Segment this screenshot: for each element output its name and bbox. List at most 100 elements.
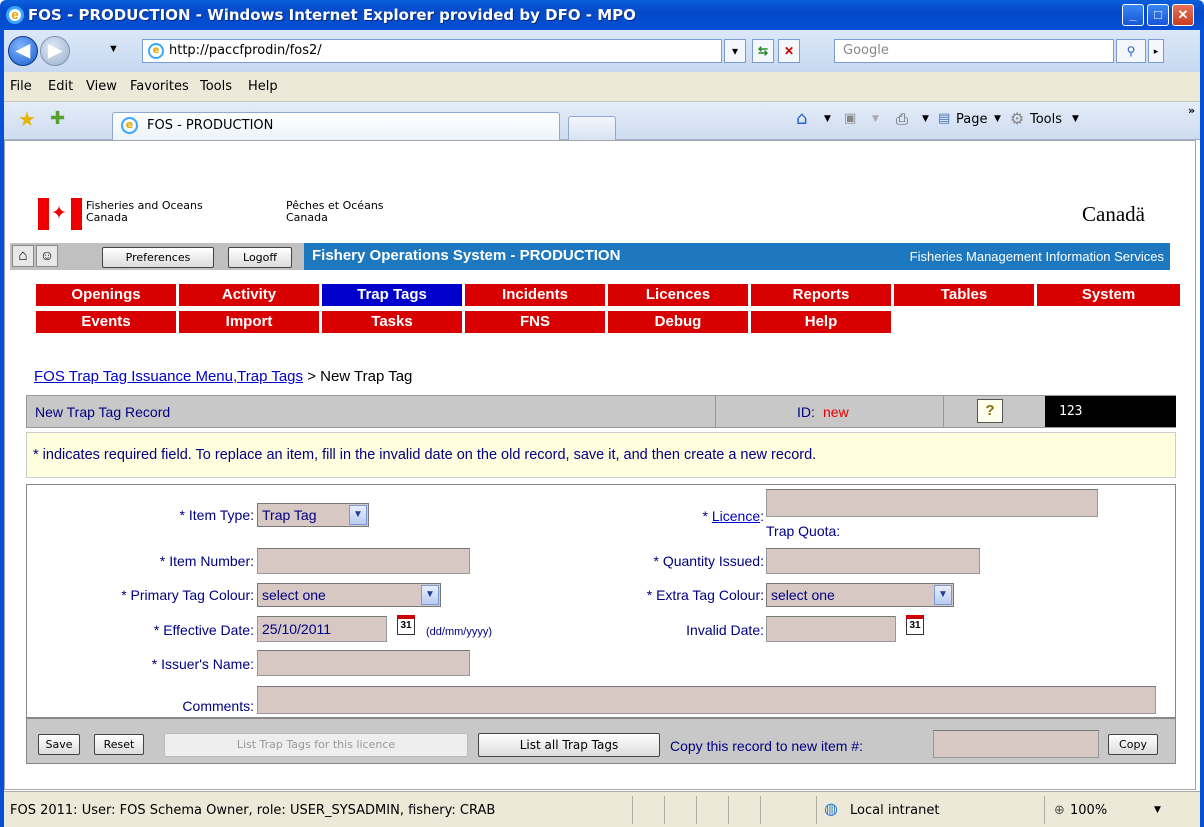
close-button[interactable]: ✕ xyxy=(1172,4,1194,26)
nav-tasks[interactable]: Tasks xyxy=(322,311,465,333)
nav-events[interactable]: Events xyxy=(36,311,179,333)
copy-button[interactable]: Copy xyxy=(1108,734,1158,755)
item-type-select[interactable]: Trap Tag ▼ xyxy=(257,503,369,527)
tools-gear-icon[interactable]: ⚙ xyxy=(1010,109,1024,128)
record-id-label: ID: xyxy=(797,404,815,420)
home-page-icon[interactable]: ⌂ xyxy=(12,245,34,267)
page-menu-label[interactable]: Page xyxy=(956,112,987,127)
minimize-button[interactable]: _ xyxy=(1122,4,1144,26)
address-dropdown-button[interactable]: ▾ xyxy=(724,39,746,63)
refresh-button[interactable]: ⇆ xyxy=(752,39,774,63)
nav-reports[interactable]: Reports xyxy=(751,284,894,306)
chevron-down-icon: ▼ xyxy=(421,585,439,605)
nav-fns[interactable]: FNS xyxy=(465,311,608,333)
history-dropdown-icon[interactable]: ▼ xyxy=(108,43,119,55)
tools-menu-label[interactable]: Tools xyxy=(1030,112,1062,127)
search-icon[interactable]: ⚲ xyxy=(1116,39,1146,63)
calendar-icon[interactable]: 31 xyxy=(397,615,415,635)
primary-colour-label: * Primary Tag Colour: xyxy=(121,587,254,603)
extra-colour-select[interactable]: select one ▼ xyxy=(766,583,954,607)
maximize-button[interactable]: □ xyxy=(1147,4,1169,26)
nav-help[interactable]: Help xyxy=(751,311,894,333)
item-number-input[interactable] xyxy=(257,548,470,574)
reset-button[interactable]: Reset xyxy=(94,734,144,755)
nav-licences[interactable]: Licences xyxy=(608,284,751,306)
feeds-icon[interactable]: ▣ xyxy=(844,111,856,126)
canada-flag-icon: ✦ xyxy=(38,198,82,230)
new-tab-button[interactable] xyxy=(568,116,616,140)
record-header: New Trap Tag Record ID: new ? 123 xyxy=(26,395,1176,428)
zoom-dropdown-icon[interactable]: ▼ xyxy=(1154,805,1161,815)
invalid-date-label: Invalid Date: xyxy=(686,622,764,638)
address-input[interactable]: e http://paccfprodin/fos2/ xyxy=(142,39,722,63)
tab-bar: ★ ✚ e FOS - PRODUCTION ⌂ ▼ ▣ ▼ ⎙ ▼ ▤ Pag… xyxy=(4,102,1200,140)
menu-favorites[interactable]: Favorites xyxy=(130,79,189,94)
menu-view[interactable]: View xyxy=(86,79,117,94)
page-dropdown-icon[interactable]: ▼ xyxy=(994,114,1001,124)
nav-debug[interactable]: Debug xyxy=(608,311,751,333)
add-favorite-icon[interactable]: ✚ xyxy=(50,108,65,129)
back-button[interactable]: ◀ xyxy=(8,36,38,66)
zoom-level[interactable]: 100% xyxy=(1070,803,1107,818)
record-counter: 123 xyxy=(1045,396,1176,427)
nav-import[interactable]: Import xyxy=(179,311,322,333)
date-format-hint: (dd/mm/yyyy) xyxy=(426,626,492,638)
home-icon[interactable]: ⌂ xyxy=(796,108,807,129)
nav-activity[interactable]: Activity xyxy=(179,284,322,306)
nav-incidents[interactable]: Incidents xyxy=(465,284,608,306)
print-icon[interactable]: ⎙ xyxy=(896,110,908,128)
issuer-name-input[interactable] xyxy=(257,650,470,676)
favorites-star-icon[interactable]: ★ xyxy=(18,107,36,131)
page-menu-icon[interactable]: ▤ xyxy=(938,111,950,126)
menu-file[interactable]: File xyxy=(10,79,32,94)
toolbar-overflow-icon[interactable]: » xyxy=(1188,104,1195,117)
record-id-value: new xyxy=(823,404,849,420)
comments-input[interactable] xyxy=(257,686,1156,714)
save-button[interactable]: Save xyxy=(38,734,80,755)
window-title-bar[interactable]: e FOS - PRODUCTION - Windows Internet Ex… xyxy=(0,0,1204,30)
item-type-value: Trap Tag xyxy=(262,507,317,523)
dept-name-en-2: Canada xyxy=(86,211,128,224)
list-licence-trap-tags-button[interactable]: List Trap Tags for this licence xyxy=(164,733,468,757)
tab-fos-production[interactable]: e FOS - PRODUCTION xyxy=(112,112,560,140)
extra-colour-label: * Extra Tag Colour: xyxy=(646,587,764,603)
stop-button[interactable]: ✕ xyxy=(778,39,800,63)
licence-link[interactable]: Licence xyxy=(712,508,760,524)
tools-dropdown-icon[interactable]: ▼ xyxy=(1072,114,1079,124)
menu-tools[interactable]: Tools xyxy=(200,79,232,94)
copy-record-label: Copy this record to new item #: xyxy=(670,738,863,754)
menu-help[interactable]: Help xyxy=(248,79,278,94)
zoom-icon[interactable]: ⊕ xyxy=(1054,803,1065,818)
dept-name-fr-2: Canada xyxy=(286,211,328,224)
list-all-trap-tags-button[interactable]: List all Trap Tags xyxy=(478,733,660,757)
licence-input[interactable] xyxy=(766,489,1098,517)
comments-label: Comments: xyxy=(182,698,254,714)
primary-colour-value: select one xyxy=(262,587,326,603)
search-input[interactable]: Google xyxy=(834,39,1114,63)
invalid-date-input[interactable] xyxy=(766,616,896,642)
user-icon[interactable]: ☺ xyxy=(36,245,58,267)
forward-button[interactable]: ▶ xyxy=(40,36,70,66)
header-subtitle: Fisheries Management Information Service… xyxy=(909,249,1164,264)
home-dropdown-icon[interactable]: ▼ xyxy=(824,114,831,124)
dept-name-en-1: Fisheries and Oceans xyxy=(86,199,203,212)
quantity-issued-input[interactable] xyxy=(766,548,980,574)
primary-colour-select[interactable]: select one ▼ xyxy=(257,583,441,607)
menu-edit[interactable]: Edit xyxy=(48,79,73,94)
print-dropdown-icon[interactable]: ▼ xyxy=(922,114,929,124)
search-options-icon[interactable]: ▸ xyxy=(1148,39,1164,63)
effective-date-input[interactable]: 25/10/2011 xyxy=(257,616,387,642)
nav-tables[interactable]: Tables xyxy=(894,284,1037,306)
help-icon[interactable]: ? xyxy=(977,399,1003,423)
preferences-button[interactable]: Preferences xyxy=(102,247,214,268)
zone-label: Local intranet xyxy=(850,803,940,818)
nav-trap-tags[interactable]: Trap Tags xyxy=(322,284,465,306)
calendar-icon[interactable]: 31 xyxy=(906,615,924,635)
breadcrumb-link[interactable]: FOS Trap Tag Issuance Menu,Trap Tags xyxy=(34,368,303,385)
nav-openings[interactable]: Openings xyxy=(36,284,179,306)
logoff-button[interactable]: Logoff xyxy=(228,247,292,268)
issuer-name-label: * Issuer's Name: xyxy=(151,656,254,672)
nav-system[interactable]: System xyxy=(1037,284,1180,306)
copy-item-number-input[interactable] xyxy=(933,730,1099,758)
app-header: ⌂ ☺ Preferences Logoff Fishery Operation… xyxy=(10,243,1170,270)
